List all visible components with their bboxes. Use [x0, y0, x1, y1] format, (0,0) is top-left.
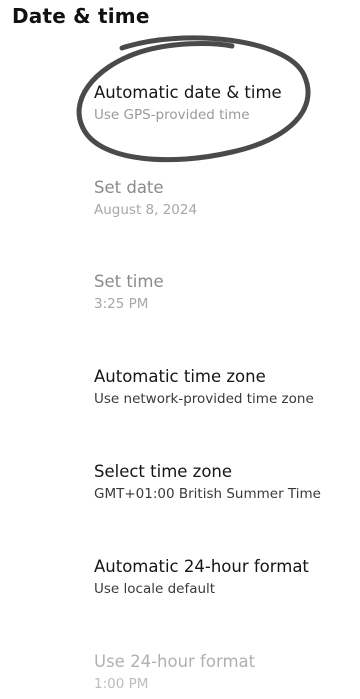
setting-automatic-date-time[interactable]: Automatic date & time Use GPS-provided t… — [94, 82, 360, 142]
setting-summary: 1:00 PM — [94, 676, 149, 692]
setting-title: Select time zone — [94, 462, 233, 481]
setting-summary: Use locale default — [94, 581, 216, 597]
setting-title: Automatic date & time — [94, 83, 282, 102]
setting-title: Use 24-hour format — [94, 652, 256, 671]
setting-title: Automatic 24-hour format — [94, 557, 309, 576]
setting-set-time[interactable]: Set time 3:25 PM — [94, 271, 360, 331]
setting-set-date[interactable]: Set date August 8, 2024 — [94, 177, 360, 237]
setting-use-24-hour-format[interactable]: Use 24-hour format 1:00 PM — [94, 651, 360, 699]
setting-title: Set time — [94, 272, 164, 291]
setting-summary: 3:25 PM — [94, 296, 149, 312]
setting-automatic-24-hour-format[interactable]: Automatic 24-hour format Use locale defa… — [94, 556, 360, 616]
setting-title: Automatic time zone — [94, 367, 266, 386]
setting-select-time-zone[interactable]: Select time zone GMT+01:00 British Summe… — [94, 461, 360, 521]
setting-summary: GMT+01:00 British Summer Time — [94, 486, 321, 502]
setting-summary: Use GPS-provided time — [94, 107, 250, 123]
setting-automatic-time-zone[interactable]: Automatic time zone Use network-provided… — [94, 366, 360, 426]
setting-title: Set date — [94, 178, 164, 197]
setting-summary: August 8, 2024 — [94, 202, 198, 218]
setting-summary: Use network-provided time zone — [94, 391, 314, 407]
page-title: Date & time — [12, 4, 150, 28]
date-time-settings-page: Date & time Automatic date & time Use GP… — [0, 0, 360, 699]
